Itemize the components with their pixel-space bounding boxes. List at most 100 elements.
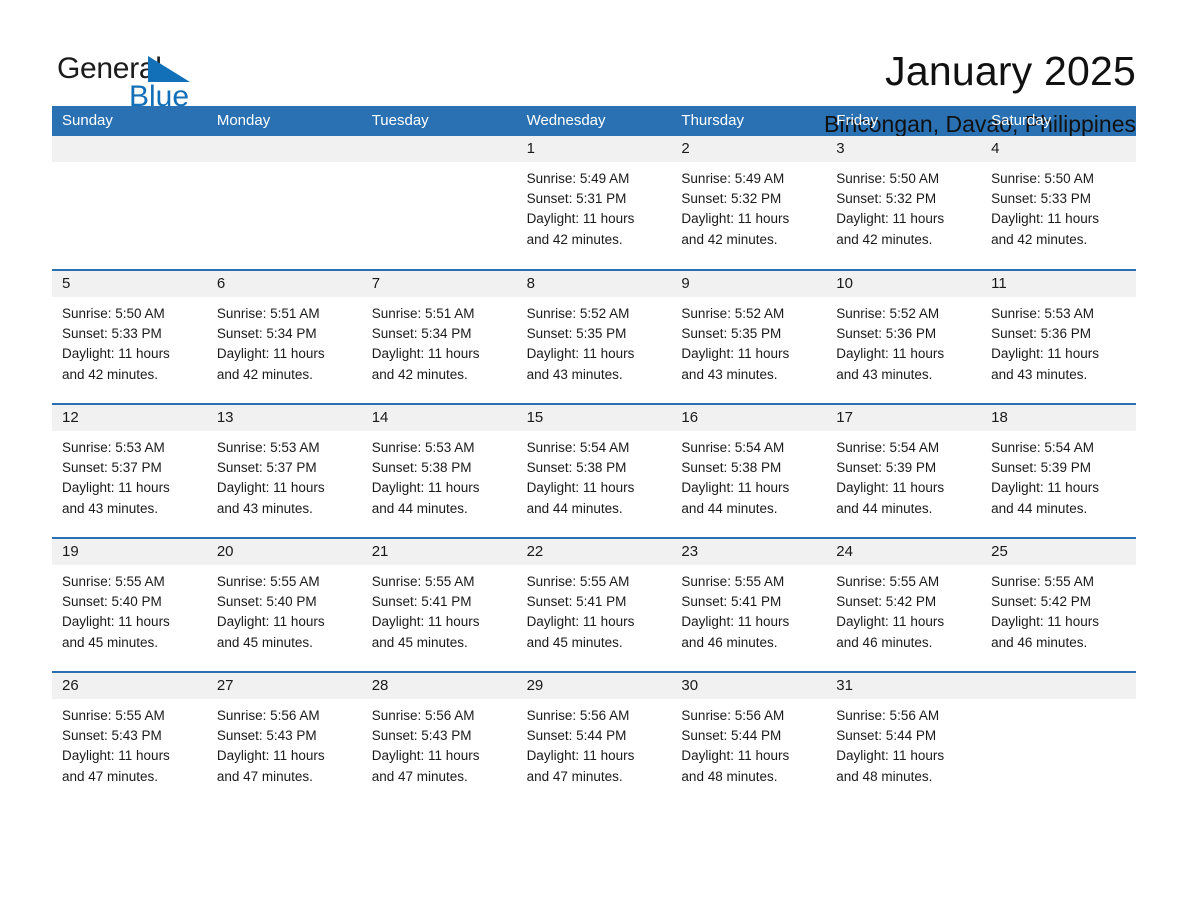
day-details: Sunrise: 5:55 AM Sunset: 5:41 PM Dayligh…: [362, 565, 517, 653]
day-cell[interactable]: [52, 136, 207, 269]
day-cell[interactable]: [361, 136, 517, 269]
day-number: 13: [206, 405, 362, 431]
daylight-text-line1: Daylight: 11 hours: [836, 211, 945, 227]
sunrise-text: Sunrise: 5:51 AM: [216, 306, 320, 321]
day-cell[interactable]: 29 Sunrise: 5:56 AM Sunset: 5:44 PM Dayl…: [516, 673, 672, 805]
sunrise-text: Sunrise: 5:54 AM: [526, 440, 630, 455]
weekday-header-saturday: Saturday: [991, 112, 1052, 129]
sunrise-text: Sunrise: 5:55 AM: [836, 574, 940, 589]
day-cell[interactable]: 13 Sunrise: 5:53 AM Sunset: 5:37 PM Dayl…: [206, 405, 362, 537]
day-number: 16: [671, 405, 827, 431]
day-cell[interactable]: 2 Sunrise: 5:49 AM Sunset: 5:32 PM Dayli…: [671, 136, 827, 269]
sunset-text: Sunset: 5:32 PM: [681, 191, 782, 207]
calendar-week-row: 12 Sunrise: 5:53 AM Sunset: 5:37 PM Dayl…: [52, 403, 1136, 537]
daylight-text-line1: Daylight: 11 hours: [62, 614, 170, 630]
day-cell[interactable]: 12 Sunrise: 5:53 AM Sunset: 5:37 PM Dayl…: [52, 405, 207, 537]
sunrise-text: Sunrise: 5:55 AM: [681, 574, 785, 589]
day-cell[interactable]: 27 Sunrise: 5:56 AM Sunset: 5:43 PM Dayl…: [206, 673, 362, 805]
day-cell[interactable]: 25 Sunrise: 5:55 AM Sunset: 5:42 PM Dayl…: [981, 539, 1136, 671]
day-cell[interactable]: 11 Sunrise: 5:53 AM Sunset: 5:36 PM Dayl…: [981, 271, 1136, 403]
calendar-grid: Sunday Monday Tuesday Wednesday Thursday…: [52, 106, 1136, 805]
sunset-text: Sunset: 5:41 PM: [526, 594, 627, 610]
day-cell[interactable]: 4 Sunrise: 5:50 AM Sunset: 5:33 PM Dayli…: [981, 136, 1136, 269]
day-details: [362, 162, 517, 169]
day-cell[interactable]: [981, 673, 1136, 805]
sunset-text: Sunset: 5:34 PM: [371, 326, 472, 342]
day-number: 24: [826, 539, 982, 565]
day-cell[interactable]: 15 Sunrise: 5:54 AM Sunset: 5:38 PM Dayl…: [516, 405, 672, 537]
day-details: Sunrise: 5:55 AM Sunset: 5:40 PM Dayligh…: [52, 565, 207, 653]
daylight-text-line2: and 44 minutes.: [836, 500, 933, 516]
daylight-text-line2: and 43 minutes.: [216, 500, 313, 516]
day-details: Sunrise: 5:56 AM Sunset: 5:44 PM Dayligh…: [671, 699, 826, 787]
day-cell[interactable]: 16 Sunrise: 5:54 AM Sunset: 5:38 PM Dayl…: [671, 405, 827, 537]
day-cell[interactable]: 21 Sunrise: 5:55 AM Sunset: 5:41 PM Dayl…: [361, 539, 517, 671]
sunset-text: Sunset: 5:41 PM: [681, 594, 782, 610]
calendar-page: General Blue January 2025 Bincongan, Dav…: [0, 0, 1188, 918]
sunrise-text: Sunrise: 5:50 AM: [836, 171, 940, 186]
day-number: 17: [826, 405, 982, 431]
sunset-text: Sunset: 5:33 PM: [62, 326, 162, 342]
daylight-text-line1: Daylight: 11 hours: [991, 480, 1099, 496]
day-cell[interactable]: 5 Sunrise: 5:50 AM Sunset: 5:33 PM Dayli…: [52, 271, 207, 403]
daylight-text-line2: and 44 minutes.: [371, 500, 468, 516]
day-cell[interactable]: 10 Sunrise: 5:52 AM Sunset: 5:36 PM Dayl…: [826, 271, 982, 403]
sunset-text: Sunset: 5:36 PM: [836, 326, 937, 342]
sunset-text: Sunset: 5:36 PM: [991, 326, 1091, 342]
day-number: 2: [671, 136, 827, 162]
day-cell[interactable]: 3 Sunrise: 5:50 AM Sunset: 5:32 PM Dayli…: [826, 136, 982, 269]
day-details: Sunrise: 5:49 AM Sunset: 5:31 PM Dayligh…: [517, 162, 672, 250]
day-details: Sunrise: 5:51 AM Sunset: 5:34 PM Dayligh…: [362, 297, 517, 385]
day-cell[interactable]: 1 Sunrise: 5:49 AM Sunset: 5:31 PM Dayli…: [516, 136, 672, 269]
sunset-text: Sunset: 5:35 PM: [681, 326, 782, 342]
daylight-text-line2: and 45 minutes.: [526, 634, 623, 650]
day-number: 12: [52, 405, 207, 431]
daylight-text-line1: Daylight: 11 hours: [371, 480, 480, 496]
day-details: Sunrise: 5:53 AM Sunset: 5:38 PM Dayligh…: [362, 431, 517, 519]
daylight-text-line2: and 46 minutes.: [991, 634, 1088, 650]
daylight-text-line2: and 43 minutes.: [62, 500, 159, 516]
day-cell[interactable]: [206, 136, 362, 269]
day-details: Sunrise: 5:54 AM Sunset: 5:38 PM Dayligh…: [517, 431, 672, 519]
daylight-text-line1: Daylight: 11 hours: [216, 748, 325, 764]
daylight-text-line1: Daylight: 11 hours: [681, 748, 790, 764]
day-number: 5: [52, 271, 207, 297]
sunrise-text: Sunrise: 5:54 AM: [836, 440, 940, 455]
day-cell[interactable]: 6 Sunrise: 5:51 AM Sunset: 5:34 PM Dayli…: [206, 271, 362, 403]
day-cell[interactable]: 23 Sunrise: 5:55 AM Sunset: 5:41 PM Dayl…: [671, 539, 827, 671]
daylight-text-line1: Daylight: 11 hours: [216, 614, 325, 630]
day-cell[interactable]: 17 Sunrise: 5:54 AM Sunset: 5:39 PM Dayl…: [826, 405, 982, 537]
day-cell[interactable]: 9 Sunrise: 5:52 AM Sunset: 5:35 PM Dayli…: [671, 271, 827, 403]
day-details: [52, 162, 207, 169]
day-cell[interactable]: 26 Sunrise: 5:55 AM Sunset: 5:43 PM Dayl…: [52, 673, 207, 805]
day-cell[interactable]: 31 Sunrise: 5:56 AM Sunset: 5:44 PM Dayl…: [826, 673, 982, 805]
day-number: 10: [826, 271, 982, 297]
day-cell[interactable]: 19 Sunrise: 5:55 AM Sunset: 5:40 PM Dayl…: [52, 539, 207, 671]
sunset-text: Sunset: 5:38 PM: [526, 460, 627, 476]
sunrise-text: Sunrise: 5:56 AM: [836, 708, 940, 723]
sunset-text: Sunset: 5:32 PM: [836, 191, 937, 207]
daylight-text-line1: Daylight: 11 hours: [526, 346, 635, 362]
day-cell[interactable]: 28 Sunrise: 5:56 AM Sunset: 5:43 PM Dayl…: [361, 673, 517, 805]
sunset-text: Sunset: 5:42 PM: [991, 594, 1091, 610]
day-cell[interactable]: 18 Sunrise: 5:54 AM Sunset: 5:39 PM Dayl…: [981, 405, 1136, 537]
day-number: 1: [516, 136, 672, 162]
day-number: 8: [516, 271, 672, 297]
day-cell[interactable]: 20 Sunrise: 5:55 AM Sunset: 5:40 PM Dayl…: [206, 539, 362, 671]
day-number: 18: [981, 405, 1136, 431]
calendar-week-row: 5 Sunrise: 5:50 AM Sunset: 5:33 PM Dayli…: [52, 269, 1136, 403]
sunrise-text: Sunrise: 5:54 AM: [681, 440, 785, 455]
general-blue-logo[interactable]: General Blue: [52, 44, 212, 114]
sunset-text: Sunset: 5:35 PM: [526, 326, 627, 342]
calendar-week-row: 1 Sunrise: 5:49 AM Sunset: 5:31 PM Dayli…: [52, 136, 1136, 269]
day-cell[interactable]: 30 Sunrise: 5:56 AM Sunset: 5:44 PM Dayl…: [671, 673, 827, 805]
sunrise-text: Sunrise: 5:53 AM: [991, 306, 1094, 321]
day-cell[interactable]: 7 Sunrise: 5:51 AM Sunset: 5:34 PM Dayli…: [361, 271, 517, 403]
day-cell[interactable]: 22 Sunrise: 5:55 AM Sunset: 5:41 PM Dayl…: [516, 539, 672, 671]
day-number: 19: [52, 539, 207, 565]
sunrise-text: Sunrise: 5:52 AM: [526, 306, 630, 321]
day-cell[interactable]: 14 Sunrise: 5:53 AM Sunset: 5:38 PM Dayl…: [361, 405, 517, 537]
sunrise-text: Sunrise: 5:52 AM: [681, 306, 785, 321]
day-cell[interactable]: 8 Sunrise: 5:52 AM Sunset: 5:35 PM Dayli…: [516, 271, 672, 403]
day-cell[interactable]: 24 Sunrise: 5:55 AM Sunset: 5:42 PM Dayl…: [826, 539, 982, 671]
